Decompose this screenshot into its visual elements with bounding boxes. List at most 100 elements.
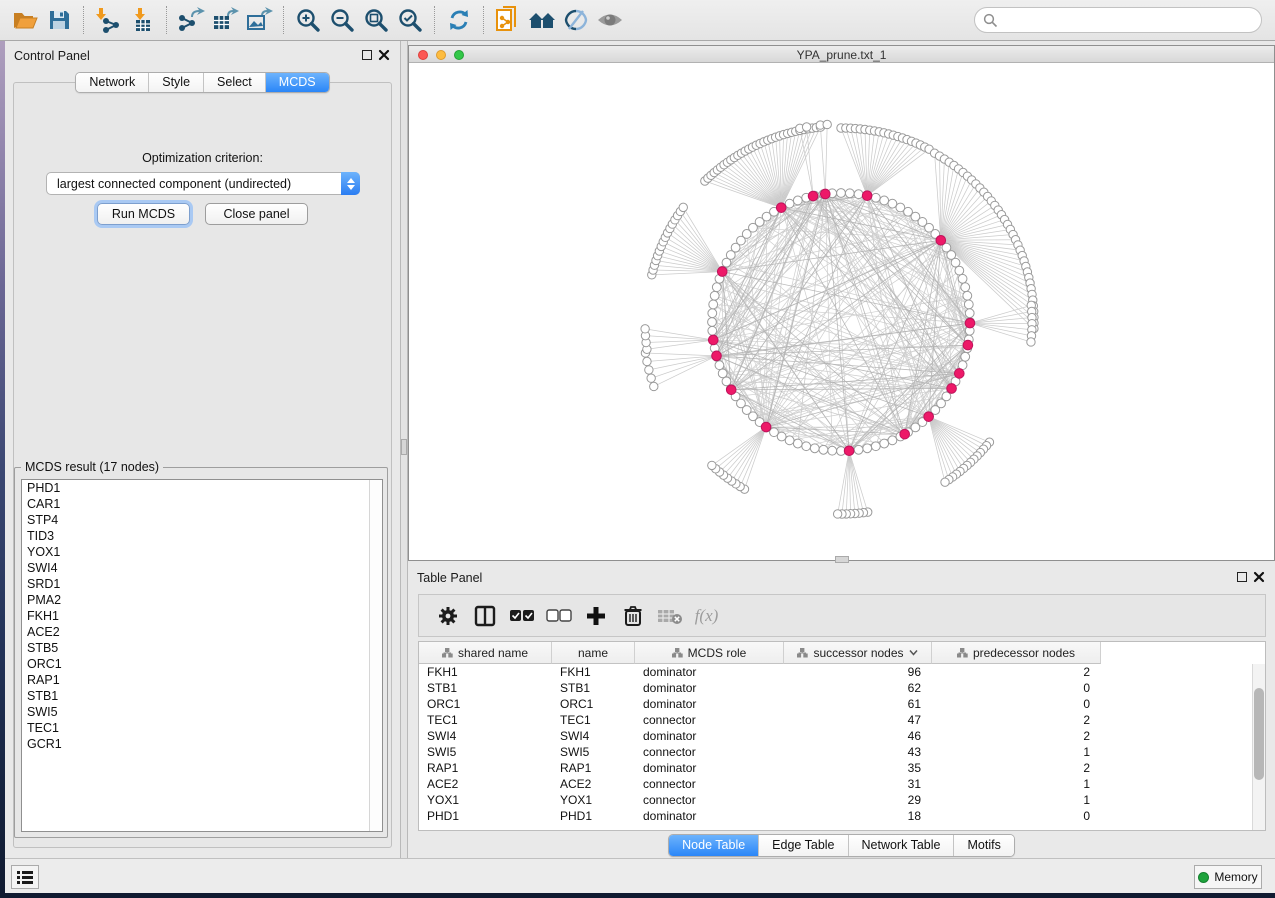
delete-table-icon[interactable] xyxy=(651,599,688,633)
zoom-in-icon[interactable] xyxy=(291,4,325,36)
node-table[interactable]: shared namenameMCDS rolesuccessor nodesp… xyxy=(418,641,1266,831)
cell-succ[interactable]: 96 xyxy=(784,664,932,680)
mcds-result-item[interactable]: STB1 xyxy=(22,688,382,704)
cell-role[interactable]: dominator xyxy=(635,680,784,696)
cell-succ[interactable]: 18 xyxy=(784,808,932,824)
cell-succ[interactable]: 61 xyxy=(784,696,932,712)
cell-role[interactable]: connector xyxy=(635,744,784,760)
zoom-out-icon[interactable] xyxy=(325,4,359,36)
function-builder-icon[interactable]: f(x) xyxy=(688,599,725,633)
mcds-result-item[interactable]: RAP1 xyxy=(22,672,382,688)
delete-column-icon[interactable] xyxy=(614,599,651,633)
cell-pred[interactable]: 2 xyxy=(932,760,1101,776)
cell-shared[interactable]: SWI5 xyxy=(419,744,552,760)
close-table-panel-icon[interactable] xyxy=(1253,571,1265,583)
cell-shared[interactable]: SWI4 xyxy=(419,728,552,744)
table-row[interactable]: SWI5SWI5connector431 xyxy=(419,744,1265,760)
cell-name[interactable]: ACE2 xyxy=(552,776,635,792)
settings-gear-icon[interactable] xyxy=(429,599,466,633)
cell-pred[interactable]: 0 xyxy=(932,696,1101,712)
deselect-all-icon[interactable] xyxy=(540,599,577,633)
network-window[interactable]: YPA_prune.txt_1 xyxy=(408,45,1275,561)
tab-motifs[interactable]: Motifs xyxy=(953,835,1013,856)
cell-pred[interactable]: 2 xyxy=(932,712,1101,728)
cell-succ[interactable]: 43 xyxy=(784,744,932,760)
refresh-icon[interactable] xyxy=(442,4,476,36)
cell-pred[interactable]: 2 xyxy=(932,728,1101,744)
cell-name[interactable]: FKH1 xyxy=(552,664,635,680)
cell-name[interactable]: PHD1 xyxy=(552,808,635,824)
cell-pred[interactable]: 1 xyxy=(932,792,1101,808)
cell-succ[interactable]: 29 xyxy=(784,792,932,808)
cell-succ[interactable]: 31 xyxy=(784,776,932,792)
tab-network[interactable]: Network xyxy=(76,73,148,92)
splitter-grip[interactable] xyxy=(401,439,407,455)
table-row[interactable]: ORC1ORC1dominator610 xyxy=(419,696,1265,712)
cell-succ[interactable]: 47 xyxy=(784,712,932,728)
table-row[interactable]: FKH1FKH1dominator962 xyxy=(419,664,1265,680)
cell-name[interactable]: SWI4 xyxy=(552,728,635,744)
tab-edge-table[interactable]: Edge Table xyxy=(758,835,847,856)
table-row[interactable]: STB1STB1dominator620 xyxy=(419,680,1265,696)
tab-style[interactable]: Style xyxy=(148,73,203,92)
mcds-result-item[interactable]: TID3 xyxy=(22,528,382,544)
optimization-criterion-select[interactable]: largest connected component (undirected) xyxy=(46,172,360,195)
cell-role[interactable]: dominator xyxy=(635,808,784,824)
export-image-icon[interactable] xyxy=(242,4,276,36)
cell-role[interactable]: dominator xyxy=(635,696,784,712)
column-header-role[interactable]: MCDS role xyxy=(635,642,784,664)
cell-shared[interactable]: STB1 xyxy=(419,680,552,696)
column-header-succ[interactable]: successor nodes xyxy=(784,642,932,664)
show-eye-icon[interactable] xyxy=(593,4,627,36)
table-row[interactable]: ACE2ACE2connector311 xyxy=(419,776,1265,792)
cell-pred[interactable]: 0 xyxy=(932,680,1101,696)
table-row[interactable]: RAP1RAP1dominator352 xyxy=(419,760,1265,776)
table-row[interactable]: TEC1TEC1connector472 xyxy=(419,712,1265,728)
cell-role[interactable]: connector xyxy=(635,712,784,728)
cell-name[interactable]: TEC1 xyxy=(552,712,635,728)
task-history-button[interactable] xyxy=(11,865,39,889)
tab-select[interactable]: Select xyxy=(203,73,265,92)
table-scrollbar-thumb[interactable] xyxy=(1254,688,1264,780)
zoom-selected-icon[interactable] xyxy=(393,4,427,36)
mcds-result-item[interactable]: PMA2 xyxy=(22,592,382,608)
horizontal-splitter-grip[interactable] xyxy=(835,556,849,563)
cell-succ[interactable]: 62 xyxy=(784,680,932,696)
mcds-result-item[interactable]: TEC1 xyxy=(22,720,382,736)
cell-role[interactable]: dominator xyxy=(635,664,784,680)
cell-shared[interactable]: YOX1 xyxy=(419,792,552,808)
import-table-icon[interactable] xyxy=(125,4,159,36)
mcds-result-item[interactable]: ORC1 xyxy=(22,656,382,672)
cell-succ[interactable]: 35 xyxy=(784,760,932,776)
cell-shared[interactable]: ORC1 xyxy=(419,696,552,712)
mcds-list-scrollbar[interactable] xyxy=(369,480,382,831)
float-panel-icon[interactable] xyxy=(362,50,372,60)
cell-pred[interactable]: 0 xyxy=(932,808,1101,824)
export-network-icon[interactable] xyxy=(174,4,208,36)
cell-pred[interactable]: 2 xyxy=(932,664,1101,680)
cell-pred[interactable]: 1 xyxy=(932,744,1101,760)
export-table-icon[interactable] xyxy=(208,4,242,36)
open-session-icon[interactable] xyxy=(8,4,42,36)
memory-button[interactable]: Memory xyxy=(1194,865,1262,889)
cell-shared[interactable]: PHD1 xyxy=(419,808,552,824)
mcds-result-item[interactable]: FKH1 xyxy=(22,608,382,624)
search-field[interactable] xyxy=(998,10,1261,30)
mcds-result-list[interactable]: PHD1CAR1STP4TID3YOX1SWI4SRD1PMA2FKH1ACE2… xyxy=(21,479,383,832)
hide-annotations-icon[interactable] xyxy=(559,4,593,36)
table-row[interactable]: SWI4SWI4dominator462 xyxy=(419,728,1265,744)
table-scrollbar[interactable] xyxy=(1252,664,1265,830)
cell-name[interactable]: YOX1 xyxy=(552,792,635,808)
cell-succ[interactable]: 46 xyxy=(784,728,932,744)
float-table-panel-icon[interactable] xyxy=(1237,572,1247,582)
add-column-icon[interactable] xyxy=(577,599,614,633)
cell-shared[interactable]: FKH1 xyxy=(419,664,552,680)
cell-role[interactable]: connector xyxy=(635,792,784,808)
tab-network-table[interactable]: Network Table xyxy=(848,835,954,856)
cell-name[interactable]: ORC1 xyxy=(552,696,635,712)
mcds-result-item[interactable]: STP4 xyxy=(22,512,382,528)
tab-node-table[interactable]: Node Table xyxy=(669,835,758,856)
network-window-titlebar[interactable]: YPA_prune.txt_1 xyxy=(409,46,1274,63)
cell-name[interactable]: STB1 xyxy=(552,680,635,696)
cell-name[interactable]: SWI5 xyxy=(552,744,635,760)
